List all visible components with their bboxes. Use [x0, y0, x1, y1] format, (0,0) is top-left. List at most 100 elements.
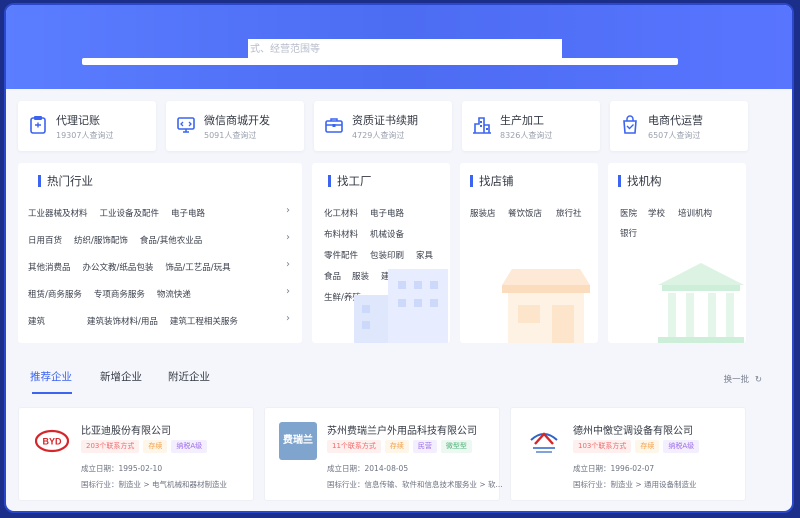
industry-row[interactable]: 工业器械及材料 工业设备及配件 电子电路: [28, 207, 217, 219]
panel-title: 找机构: [618, 175, 662, 187]
company-card[interactable]: 费瑞兰 苏州费瑞兰户外用品科技有限公司 11个联系方式 存续 民营 微型型 成立…: [264, 407, 503, 501]
company-tabs: 推荐企业 新增企业 附近企业 换一批 ↻: [18, 359, 784, 395]
factory-link[interactable]: 包装印刷: [370, 249, 404, 261]
company-emblem-icon: [530, 432, 558, 453]
company-logo: 费瑞兰: [279, 422, 317, 460]
chevron-right-icon[interactable]: ›: [286, 259, 290, 270]
factory-link[interactable]: 布料材料: [324, 228, 358, 240]
institution-illustration: [658, 263, 744, 343]
service-views: 8326人查询过: [500, 131, 553, 140]
factory-link[interactable]: 零件配件: [324, 249, 358, 261]
tax-badge: 纳税A级: [171, 440, 208, 453]
badge-group: 203个联系方式 存续 纳税A级: [81, 440, 208, 453]
shop-illustration: [502, 269, 590, 343]
service-title: 代理记账: [56, 114, 100, 127]
status-badge: 存续: [143, 440, 168, 453]
industry-link[interactable]: 工业设备及配件: [100, 209, 160, 219]
service-views: 6507人查询过: [648, 131, 701, 140]
industry-text: 国标行业：制造业 > 电气机械和器材制造业: [81, 480, 228, 489]
size-badge: 微型型: [440, 440, 472, 453]
industry-row[interactable]: 建筑 建筑装饰材料/用品 建筑工程相关服务: [28, 315, 250, 327]
industry-link[interactable]: 纺织/服饰配饰: [74, 236, 128, 246]
service-card-certificate[interactable]: 资质证书续期 4729人查询过: [314, 101, 452, 151]
industry-link[interactable]: 建筑工程相关服务: [170, 317, 238, 327]
service-views: 4729人查询过: [352, 131, 405, 140]
find-org-panel: 找机构 医院 学校 培训机构 银行: [608, 163, 746, 343]
company-logo: [525, 422, 563, 460]
org-link[interactable]: 培训机构: [678, 207, 712, 219]
industry-link[interactable]: 租赁/商务服务: [28, 290, 82, 300]
factory-link[interactable]: 家具: [416, 249, 433, 261]
service-views: 5091人查询过: [204, 131, 257, 140]
factory-link[interactable]: 化工材料: [324, 207, 358, 219]
company-name[interactable]: 德州中憿空调设备有限公司: [573, 422, 693, 437]
building-illustration: [354, 269, 448, 343]
industry-link[interactable]: 建筑装饰材料/用品: [87, 317, 158, 327]
industry-row[interactable]: 其他消费品 办公文教/纸品包装 饰品/工艺品/玩具: [28, 261, 243, 273]
badge-group: 11个联系方式 存续 民营 微型型: [327, 440, 472, 453]
byd-logo-icon: BYD: [35, 429, 69, 453]
industry-link[interactable]: 办公文教/纸品包装: [83, 263, 154, 273]
tab-new[interactable]: 新增企业: [100, 369, 142, 384]
factory-link[interactable]: 电子电路: [370, 207, 404, 219]
company-name[interactable]: 比亚迪股份有限公司: [81, 422, 171, 437]
shop-link[interactable]: 旅行社: [556, 207, 582, 219]
panel-title: 热门行业: [38, 175, 93, 187]
status-badge: 存续: [635, 440, 660, 453]
service-card-ecommerce[interactable]: 电商代运营 6507人查询过: [610, 101, 748, 151]
factory-link[interactable]: 机械设备: [370, 228, 404, 240]
industry-link[interactable]: 电子电路: [171, 209, 205, 219]
chevron-right-icon[interactable]: ›: [286, 232, 290, 243]
refresh-button[interactable]: 换一批 ↻: [724, 373, 762, 385]
service-title: 电商代运营: [648, 114, 703, 127]
industry-row[interactable]: 日用百货 纺织/服饰配饰 食品/其他农业品: [28, 234, 214, 246]
tab-nearby[interactable]: 附近企业: [168, 369, 210, 384]
industry-row[interactable]: 租赁/商务服务 专项商务服务 物流快递: [28, 288, 203, 300]
search-placeholder: 式、经营范围等: [250, 44, 320, 55]
service-title: 生产加工: [500, 114, 544, 127]
service-card-bookkeeping[interactable]: 代理记账 19307人查询过: [18, 101, 156, 151]
panel-title: 找店铺: [470, 175, 514, 187]
service-card-wechat-mall[interactable]: 微信商城开发 5091人查询过: [166, 101, 304, 151]
industry-link[interactable]: 建筑: [28, 317, 45, 327]
industry-link[interactable]: 物流快递: [157, 290, 191, 300]
logo-text: 费瑞兰: [283, 435, 313, 446]
briefcase-icon: [325, 118, 343, 133]
chevron-right-icon[interactable]: ›: [286, 205, 290, 216]
shop-link[interactable]: 餐饮饭店: [508, 207, 542, 219]
org-link[interactable]: 医院: [620, 207, 637, 219]
hot-industry-panel: 热门行业 工业器械及材料 工业设备及配件 电子电路 › 日用百货 纺织/服饰配饰 食品/…: [18, 163, 302, 343]
company-card[interactable]: 德州中憿空调设备有限公司 103个联系方式 存续 纳税A级 成立日期：1996-…: [510, 407, 746, 501]
company-card[interactable]: BYD 比亚迪股份有限公司 203个联系方式 存续 纳税A级 成立日期：1995…: [18, 407, 254, 501]
logo-text: BYD: [42, 437, 62, 447]
industry-link[interactable]: 食品/其他农业品: [140, 236, 202, 246]
shop-link[interactable]: 服装店: [470, 207, 496, 219]
contact-badge: 203个联系方式: [81, 440, 140, 453]
org-link[interactable]: 银行: [620, 227, 637, 239]
refresh-label: 换一批: [723, 375, 750, 385]
service-title: 微信商城开发: [204, 114, 270, 127]
service-card-processing[interactable]: 生产加工 8326人查询过: [462, 101, 600, 151]
contact-badge: 11个联系方式: [327, 440, 381, 453]
industry-link[interactable]: 饰品/工艺品/玩具: [165, 263, 230, 273]
industry-link[interactable]: 其他消费品: [28, 263, 71, 273]
chevron-right-icon[interactable]: ›: [286, 286, 290, 297]
chevron-right-icon[interactable]: ›: [286, 313, 290, 324]
tax-badge: 纳税A级: [663, 440, 700, 453]
industry-link[interactable]: 专项商务服务: [94, 290, 145, 300]
industry-link[interactable]: 工业器械及材料: [28, 209, 88, 219]
company-name[interactable]: 苏州费瑞兰户外用品科技有限公司: [327, 422, 477, 437]
contact-badge: 103个联系方式: [573, 440, 632, 453]
find-factory-panel: 找工厂 化工材料 电子电路 布料材料 机械设备 零件配件 包装印刷 家具 食品 …: [312, 163, 450, 343]
industry-link[interactable]: 日用百货: [28, 236, 62, 246]
founded-date: 成立日期：1995-02-10: [81, 464, 163, 473]
ledger-icon: [30, 116, 46, 134]
shopping-bag-icon: [623, 115, 637, 134]
org-link[interactable]: 学校: [648, 207, 665, 219]
tab-recommended[interactable]: 推荐企业: [30, 369, 72, 384]
refresh-icon: ↻: [754, 375, 762, 385]
factory-link[interactable]: 食品: [324, 270, 341, 282]
status-badge: 存续: [384, 440, 409, 453]
panel-title: 找工厂: [328, 175, 372, 187]
service-title: 资质证书续期: [352, 114, 418, 127]
